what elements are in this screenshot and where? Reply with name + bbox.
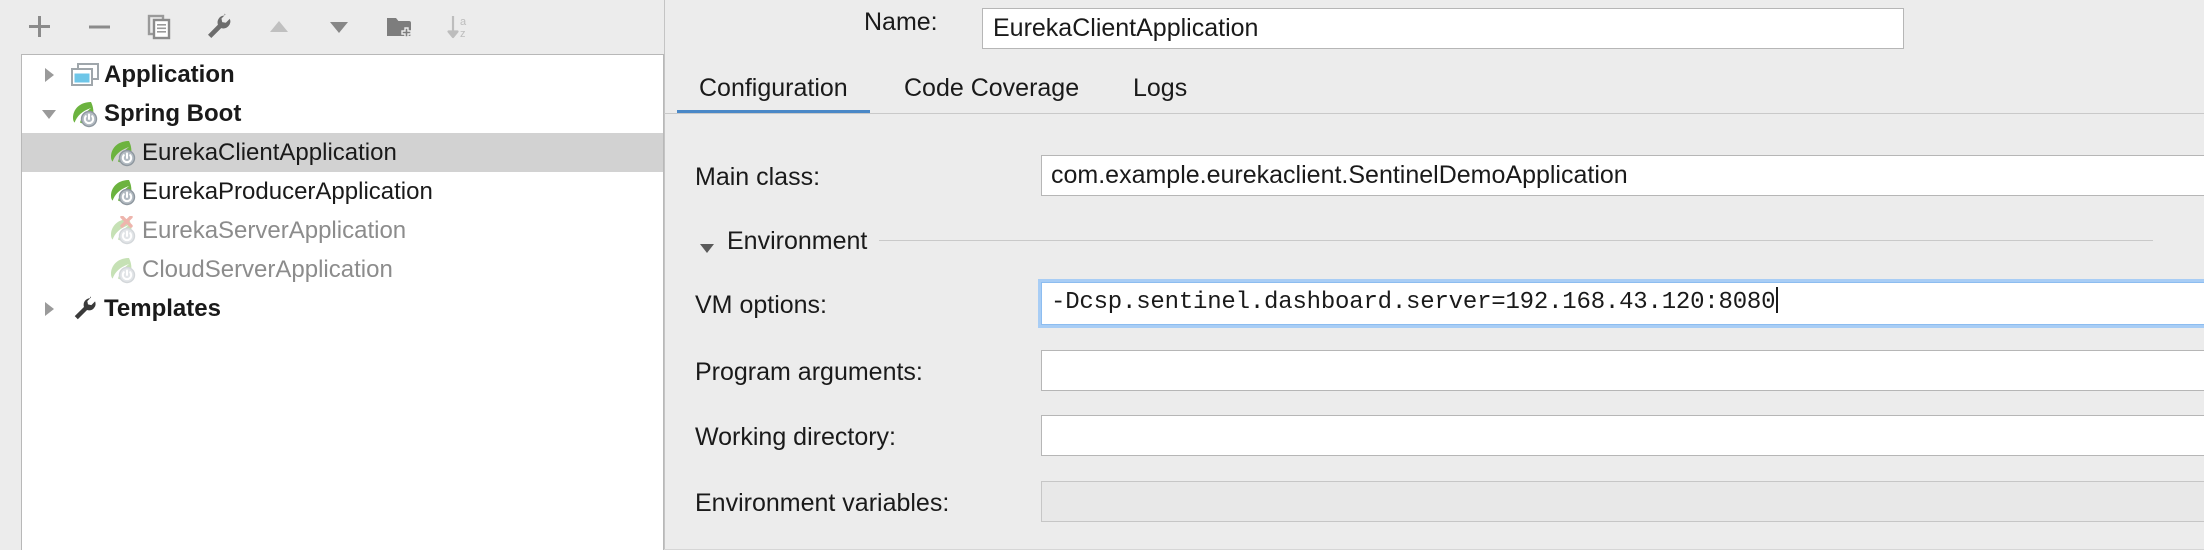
tab-configuration[interactable]: Configuration xyxy=(677,62,870,114)
spring-boot-icon xyxy=(111,140,136,166)
tree-item-label: Spring Boot xyxy=(104,99,242,127)
environment-variables-input[interactable] xyxy=(1041,481,2204,522)
add-button[interactable] xyxy=(20,8,58,46)
configurations-panel: a z Application Spring Boot EurekaClientAp… xyxy=(0,0,664,550)
spring-boot-icon xyxy=(68,94,102,133)
move-down-button[interactable] xyxy=(320,8,358,46)
new-folder-button[interactable] xyxy=(380,8,418,46)
spring-boot-icon xyxy=(106,172,140,211)
spring-boot-icon xyxy=(106,250,140,289)
program-arguments-label: Program arguments: xyxy=(695,358,923,386)
configurations-toolbar: a z xyxy=(0,0,664,54)
tree-item-toggle[interactable] xyxy=(30,55,68,94)
wrench-icon xyxy=(68,289,102,328)
text-caret xyxy=(1776,287,1779,313)
vm-options-value: -Dcsp.sentinel.dashboard.server=192.168.… xyxy=(1051,289,1776,316)
tree-item-eurekaproducerapplication[interactable]: EurekaProducerApplication xyxy=(22,172,663,211)
tree-item-application[interactable]: Application xyxy=(22,55,663,94)
tree-item-toggle[interactable] xyxy=(30,289,68,328)
tree-item-eurekaclientapplication[interactable]: EurekaClientApplication xyxy=(22,133,663,172)
edit-templates-button[interactable] xyxy=(200,8,238,46)
tree-item-label: Templates xyxy=(104,294,221,322)
run-configurations-tree[interactable]: Application Spring Boot EurekaClientApplic… xyxy=(21,54,664,550)
tab-code-coverage[interactable]: Code Coverage xyxy=(900,62,1083,114)
name-row: Name: EurekaClientApplication Share Allo… xyxy=(664,0,2204,49)
main-class-label: Main class: xyxy=(695,163,821,191)
spring-boot-icon xyxy=(111,179,136,205)
copy-configuration-button[interactable] xyxy=(140,8,178,46)
program-arguments-input[interactable] xyxy=(1041,350,2204,391)
sort-button: a z xyxy=(440,8,478,46)
svg-text:z: z xyxy=(460,28,466,40)
tree-item-spring-boot[interactable]: Spring Boot xyxy=(22,94,663,133)
main-class-input[interactable]: com.example.eurekaclient.SentinelDemoApp… xyxy=(1041,155,2204,196)
tree-item-label: EurekaServerApplication xyxy=(142,216,407,244)
name-input[interactable]: EurekaClientApplication xyxy=(982,8,1904,49)
working-directory-label: Working directory: xyxy=(695,423,896,451)
run-configuration-dialog: a z Application Spring Boot EurekaClientAp… xyxy=(0,0,2204,550)
tab-logs[interactable]: Logs xyxy=(1129,62,1191,114)
tree-item-eurekaserverapplication[interactable]: EurekaServerApplication xyxy=(22,211,663,250)
chevron-down-icon xyxy=(42,109,56,119)
environment-section-title: Environment xyxy=(727,227,868,255)
chevron-right-icon xyxy=(45,301,54,316)
working-directory-input[interactable] xyxy=(1041,415,2204,456)
tree-item-label: Application xyxy=(104,60,235,88)
tree-item-label: EurekaProducerApplication xyxy=(142,177,433,205)
vm-options-input[interactable]: -Dcsp.sentinel.dashboard.server=192.168.… xyxy=(1038,279,2204,328)
name-label: Name: xyxy=(864,8,938,36)
environment-variables-label: Environment variables: xyxy=(695,489,950,517)
spring-boot-icon xyxy=(106,211,140,250)
application-window-icon xyxy=(68,55,102,94)
application-window-icon xyxy=(71,62,99,86)
wrench-icon xyxy=(74,295,96,319)
environment-section-rule xyxy=(879,240,2153,241)
spring-boot-icon xyxy=(106,133,140,172)
configuration-editor-panel: Name: EurekaClientApplication Share Allo… xyxy=(664,0,2204,550)
svg-text:a: a xyxy=(460,16,467,28)
editor-tabs: Configuration Code Coverage Logs xyxy=(664,62,2204,114)
tree-item-label: EurekaClientApplication xyxy=(142,138,397,166)
remove-button[interactable] xyxy=(80,8,118,46)
tree-item-label: CloudServerApplication xyxy=(142,255,393,283)
tree-item-templates[interactable]: Templates xyxy=(22,289,663,328)
environment-collapse-icon[interactable] xyxy=(697,238,717,258)
move-up-button xyxy=(260,8,298,46)
tabs-separator xyxy=(664,113,2204,114)
chevron-right-icon xyxy=(45,67,54,82)
vm-options-label: VM options: xyxy=(695,291,828,319)
tree-item-toggle[interactable] xyxy=(30,94,68,133)
spring-boot-icon xyxy=(73,101,98,127)
tree-item-cloudserverapplication[interactable]: CloudServerApplication xyxy=(22,250,663,289)
spring-boot-icon xyxy=(111,215,136,244)
spring-boot-icon xyxy=(111,257,136,283)
